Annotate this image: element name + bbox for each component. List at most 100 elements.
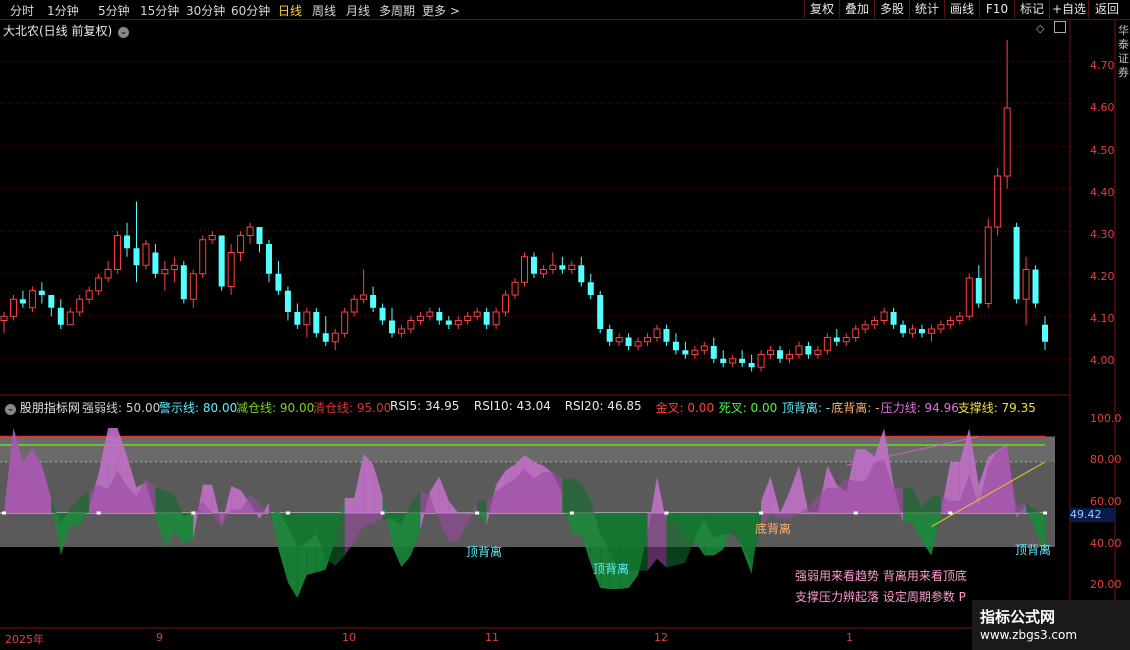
candle-body xyxy=(568,264,576,270)
diamond-icon[interactable]: ◇ xyxy=(1036,22,1044,35)
rsi-area-2 xyxy=(98,484,109,513)
candle-body xyxy=(341,311,349,334)
chevron-down-icon[interactable]: ⌄ xyxy=(5,404,16,415)
candle-body xyxy=(710,346,717,359)
candle-body xyxy=(530,256,537,274)
candle-body xyxy=(748,363,755,368)
chevron-down-icon[interactable]: ⌄ xyxy=(118,27,130,38)
candle-body xyxy=(275,273,282,291)
candle-body xyxy=(521,256,528,283)
indicator-value-4: RSI5: 34.95 xyxy=(390,399,460,413)
candle-body xyxy=(237,235,245,253)
strength-marker xyxy=(475,511,480,515)
candle-body xyxy=(104,269,112,279)
stock-title[interactable]: 大北农(日线 前复权) ⌄ xyxy=(3,22,130,39)
candle-body xyxy=(189,273,197,300)
rsi-area-2 xyxy=(893,488,904,513)
candle-body xyxy=(672,341,679,351)
kline-chart xyxy=(0,20,1116,629)
candle-body xyxy=(445,320,452,325)
candle-body xyxy=(95,277,103,292)
candle-body xyxy=(615,337,623,343)
candle-body xyxy=(483,312,490,325)
candle-body xyxy=(199,239,207,275)
indicator-value-0: 强弱线: 50.00 xyxy=(82,401,161,415)
watermark-title: 指标公式网 xyxy=(980,608,1056,626)
price-tick: 4.10 xyxy=(1090,312,1115,325)
candle-body xyxy=(1042,324,1048,342)
candle-body xyxy=(946,320,954,326)
candle-body xyxy=(757,354,765,368)
candle-body xyxy=(833,337,840,342)
indicator-value-8: 死叉: 0.00 xyxy=(718,401,778,415)
candle-body xyxy=(124,235,131,249)
candle-body xyxy=(777,350,784,359)
candle-body xyxy=(587,282,594,295)
top-divergence-tag: 顶背离 xyxy=(466,545,503,559)
date-tick: 9 xyxy=(156,631,163,644)
rsi-area-2 xyxy=(997,446,1008,513)
rsi-area-2 xyxy=(647,513,657,571)
candle-body xyxy=(823,337,831,351)
rsi-area-2 xyxy=(931,496,941,513)
candle-body xyxy=(1003,107,1011,177)
candle-body xyxy=(578,265,585,283)
candle-body xyxy=(852,328,860,338)
candle-body xyxy=(360,294,368,300)
candle-body xyxy=(256,227,263,244)
date-tick: 1 xyxy=(846,631,853,644)
strength-marker xyxy=(759,511,764,515)
rsi-area-2 xyxy=(638,513,648,571)
candle-body xyxy=(653,328,661,338)
date-tick: 2025年 xyxy=(5,633,44,646)
candle-body xyxy=(66,311,74,326)
rsi-area-2 xyxy=(666,513,676,568)
osc-tick: 60.00 xyxy=(1090,495,1122,508)
rsi-area-2 xyxy=(505,479,516,513)
rsi-area xyxy=(571,513,582,535)
rsi-area-2 xyxy=(562,478,572,513)
candle-body xyxy=(208,235,216,241)
side-broker-text: 华泰证券 xyxy=(1118,24,1129,79)
candle-body xyxy=(48,295,55,308)
rsi-area-2 xyxy=(420,491,430,513)
rsi-area-2 xyxy=(827,488,837,513)
strength-marker xyxy=(569,511,574,515)
candle-body xyxy=(842,337,850,343)
rsi-area-2 xyxy=(723,513,733,535)
candle-body xyxy=(379,307,386,321)
candle-body xyxy=(142,243,150,266)
current-value-badge: 49.42 xyxy=(1070,508,1116,522)
stock-title-text: 大北农(日线 前复权) xyxy=(3,24,113,38)
strength-marker xyxy=(948,511,953,515)
rsi-area xyxy=(183,513,194,544)
candle-body xyxy=(152,252,159,274)
panel-toggle-icon[interactable] xyxy=(1054,21,1066,33)
rsi-area-2 xyxy=(874,459,885,513)
indicator-value-12: 支撑线: 79.35 xyxy=(957,401,1036,415)
rsi-area-2 xyxy=(344,513,355,556)
rsi-area-2 xyxy=(477,500,487,513)
candle-body xyxy=(644,337,652,343)
rsi-area-2 xyxy=(164,490,175,513)
rsi-area-2 xyxy=(543,472,553,513)
osc-tick: 80.00 xyxy=(1090,453,1122,466)
candle-body xyxy=(539,269,547,275)
candle-body xyxy=(76,298,84,313)
candle-body xyxy=(918,329,925,334)
rsi-area-2 xyxy=(846,478,856,513)
candle-body xyxy=(1013,227,1020,300)
candle-body xyxy=(861,324,869,330)
osc-tick: 40.00 xyxy=(1090,537,1122,550)
rsi-area xyxy=(363,454,374,513)
rsi-area-2 xyxy=(780,513,790,519)
date-tick: 12 xyxy=(654,631,668,644)
candle-body xyxy=(900,324,907,334)
candle-body xyxy=(370,295,377,308)
candle-body xyxy=(890,312,897,325)
indicator-title[interactable]: ⌄ 股朋指标网 xyxy=(3,399,80,416)
candlestick-series xyxy=(0,40,1048,372)
indicator-value-9: 顶背离: - xyxy=(781,401,831,415)
candle-body xyxy=(606,329,613,342)
rsi-area-2 xyxy=(571,478,582,513)
